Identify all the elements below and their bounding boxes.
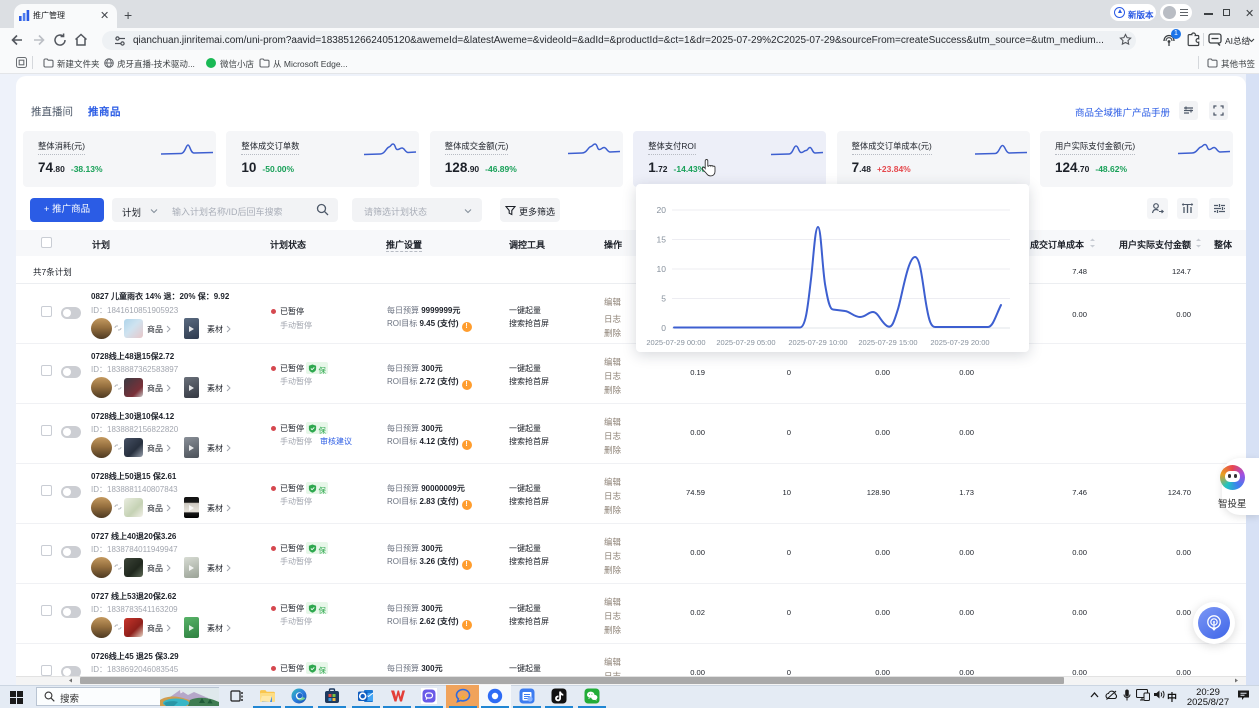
svg-text:0: 0 — [661, 323, 666, 333]
svg-text:2025-07-29 15:00: 2025-07-29 15:00 — [858, 338, 917, 347]
svg-text:2025-07-29 20:00: 2025-07-29 20:00 — [930, 338, 989, 347]
svg-text:15: 15 — [657, 235, 667, 245]
svg-text:20: 20 — [657, 205, 667, 215]
svg-text:2025-07-29 00:00: 2025-07-29 00:00 — [646, 338, 705, 347]
svg-text:2025-07-29 05:00: 2025-07-29 05:00 — [716, 338, 775, 347]
svg-text:5: 5 — [661, 294, 666, 304]
svg-text:10: 10 — [657, 264, 667, 274]
svg-text:2025-07-29 10:00: 2025-07-29 10:00 — [788, 338, 847, 347]
